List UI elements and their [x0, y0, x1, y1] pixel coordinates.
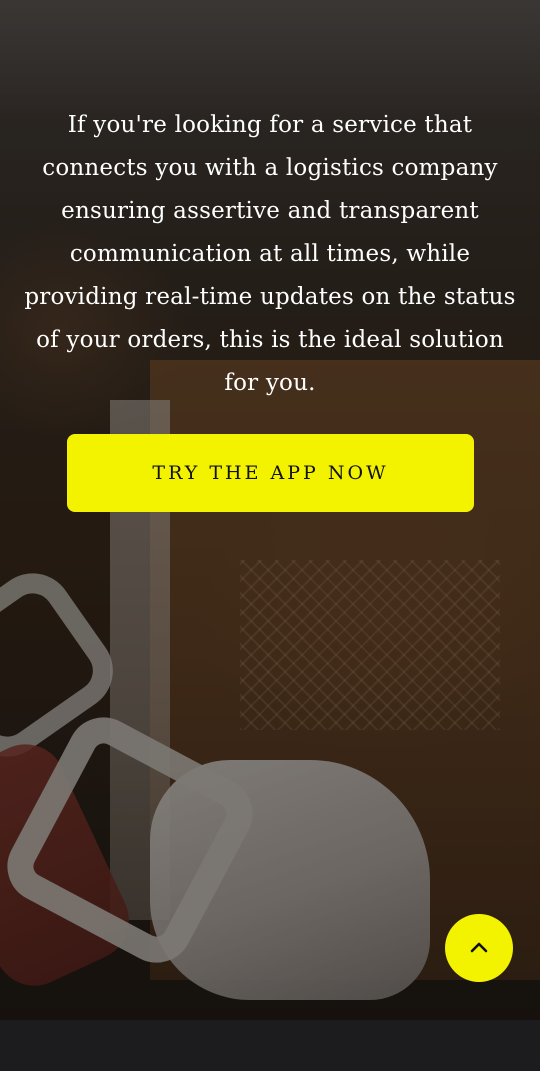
- hero-message: If you're looking for a service that con…: [24, 112, 516, 396]
- chevron-up-icon: [470, 942, 488, 953]
- hero-content: If you're looking for a service that con…: [20, 104, 520, 405]
- footer-bar: [0, 1020, 540, 1071]
- hero-section: If you're looking for a service that con…: [0, 0, 540, 1020]
- try-app-button[interactable]: TRY THE APP NOW: [67, 434, 474, 512]
- scroll-to-top-button[interactable]: [445, 914, 513, 982]
